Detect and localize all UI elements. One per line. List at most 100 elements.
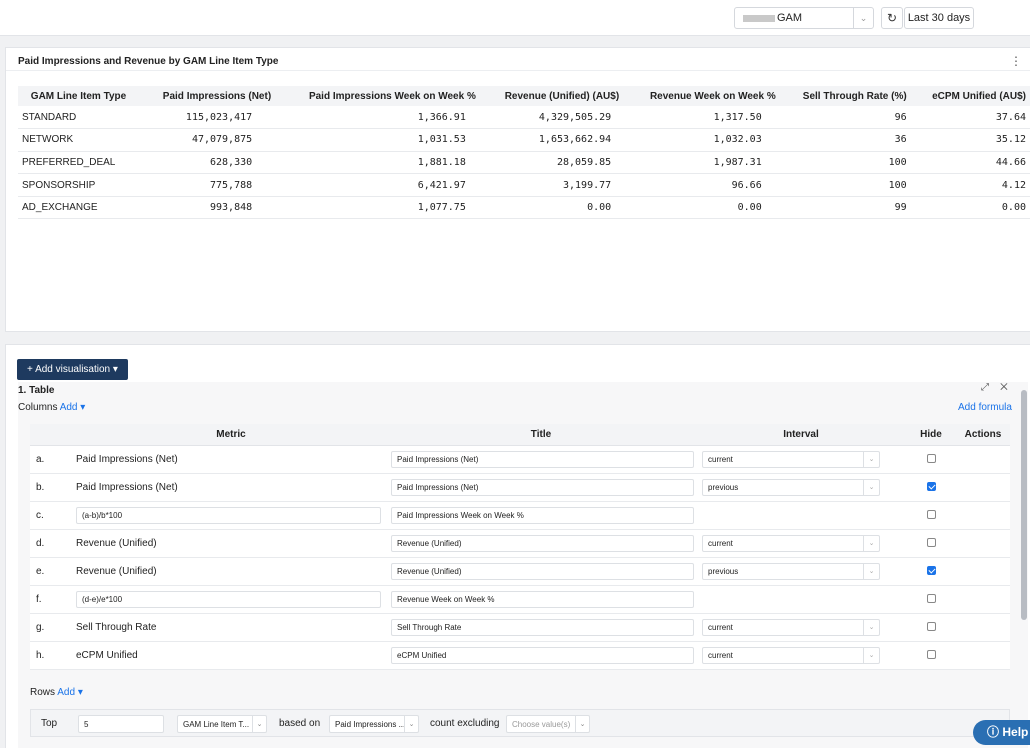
table-cell: 6,421.97 <box>275 173 480 197</box>
table-cell: 0.00 <box>623 196 780 220</box>
title-cell: Paid Impressions (Net) <box>386 445 696 474</box>
help-icon: ⓘ <box>987 725 1000 739</box>
row-letter: g. <box>30 613 76 642</box>
interval-select-value: current <box>708 454 733 464</box>
title-cell: eCPM Unified <box>386 641 696 670</box>
column-config-row: b. Paid Impressions (Net) Paid Impressions… <box>30 473 1010 502</box>
table-cell: 115,023,417 <box>138 106 276 130</box>
columns-config-table: Metric Title Interval Hide Actions a. Pai… <box>30 424 1010 670</box>
hide-cell <box>906 613 956 642</box>
expand-icon[interactable]: ⤢ <box>981 382 989 393</box>
title-input[interactable]: Sell Through Rate <box>391 618 694 636</box>
hide-checkbox[interactable] <box>926 566 936 576</box>
actions-cell <box>956 529 1010 558</box>
table-cell: 1,987.31 <box>623 151 780 175</box>
more-options-icon[interactable]: ⋮ <box>1010 54 1022 68</box>
add-visualisation-button[interactable]: + Add visualisation ▾ <box>17 359 128 380</box>
help-label: Help <box>1002 725 1029 739</box>
title-input[interactable]: Paid Impressions (Net) <box>391 450 694 468</box>
title-input[interactable]: Revenue (Unified) <box>391 534 694 552</box>
interval-select[interactable]: previous ⌄ <box>702 478 880 496</box>
hide-cell <box>906 585 956 614</box>
metric-name: Paid Impressions (Net) <box>76 473 386 502</box>
table-cell: 47,079,875 <box>138 128 276 152</box>
title-input[interactable]: eCPM Unified <box>391 646 694 664</box>
dimension-select[interactable]: GAM Line Item T... ⌄ <box>177 715 267 733</box>
scrollbar[interactable] <box>1021 390 1027 620</box>
formula-cell: (d-e)/e*100 <box>76 585 386 614</box>
rows-config-bar: Top 5 GAM Line Item T... ⌄ based on Paid… <box>30 709 1010 737</box>
interval-select-value: previous <box>708 482 739 492</box>
report-column-header: Revenue (Unified) (AU$) <box>479 86 624 106</box>
top-count-input[interactable]: 5 <box>78 715 164 733</box>
table-cell: 44.66 <box>910 151 1030 175</box>
table-cell: 96 <box>779 106 911 130</box>
formula-input[interactable]: (d-e)/e*100 <box>76 590 381 608</box>
row-letter: f. <box>30 585 76 614</box>
title-cell: Paid Impressions (Net) <box>386 473 696 502</box>
table-row: AD_EXCHANGE 993,848 1,077.75 0.00 0.00 99 0.00 <box>18 196 1030 220</box>
interval-select[interactable]: current ⌄ <box>702 450 880 468</box>
add-formula-link[interactable]: Add formula <box>958 402 1012 413</box>
table-cell: 3,199.77 <box>479 173 624 197</box>
report-column-header: Sell Through Rate (%) <box>779 86 911 106</box>
hide-checkbox[interactable] <box>926 650 936 660</box>
table-cell: 628,330 <box>138 151 276 175</box>
interval-select-value: current <box>708 650 733 660</box>
column-config-row: a. Paid Impressions (Net) Paid Impressions… <box>30 445 1010 474</box>
interval-select[interactable]: current ⌄ <box>702 618 880 636</box>
interval-select-value: current <box>708 538 733 548</box>
table-cell: SPONSORSHIP <box>18 173 139 197</box>
table-cell: 1,881.18 <box>275 151 480 175</box>
date-range-button[interactable]: Last 30 days <box>904 7 974 29</box>
header-title: Title <box>386 424 696 446</box>
hide-checkbox[interactable] <box>926 482 936 492</box>
title-input[interactable]: Paid Impressions Week on Week % <box>391 506 694 524</box>
columns-label: Columns Add ▾ <box>18 402 85 413</box>
hide-checkbox[interactable] <box>926 594 936 604</box>
refresh-button[interactable]: ↻ <box>881 7 903 29</box>
add-column-link[interactable]: Add ▾ <box>60 402 86 413</box>
actions-cell <box>956 473 1010 502</box>
title-input[interactable]: Revenue Week on Week % <box>391 590 694 608</box>
hide-checkbox[interactable] <box>926 538 936 548</box>
hide-checkbox[interactable] <box>926 454 936 464</box>
table-cell: 0.00 <box>910 196 1030 220</box>
hide-checkbox[interactable] <box>926 510 936 520</box>
report-column-header: Paid Impressions (Net) <box>138 86 276 106</box>
table-cell: 96.66 <box>623 173 780 197</box>
interval-cell: previous ⌄ <box>696 473 906 502</box>
table-cell: 35.12 <box>910 128 1030 152</box>
based-on-select[interactable]: Paid Impressions ... ⌄ <box>329 715 419 733</box>
interval-select[interactable]: current ⌄ <box>702 534 880 552</box>
formula-input[interactable]: (a-b)/b*100 <box>76 506 381 524</box>
formula-cell: (a-b)/b*100 <box>76 501 386 530</box>
metric-name: Sell Through Rate <box>76 613 386 642</box>
column-config-row: g. Sell Through Rate Sell Through Rate curr… <box>30 613 1010 642</box>
chevron-down-icon: ⌄ <box>863 479 879 495</box>
interval-select[interactable]: previous ⌄ <box>702 562 880 580</box>
close-icon[interactable]: ✕ <box>1000 382 1008 393</box>
title-input[interactable]: Paid Impressions (Net) <box>391 478 694 496</box>
hide-cell <box>906 473 956 502</box>
table-cell: 37.64 <box>910 106 1030 130</box>
add-row-link[interactable]: Add ▾ <box>57 687 83 698</box>
help-button[interactable]: ⓘ Help <box>973 720 1030 745</box>
hide-cell <box>906 529 956 558</box>
exclude-values-select[interactable]: Choose value(s) ⌄ <box>506 715 590 733</box>
columns-label-text: Columns <box>18 402 58 413</box>
table-cell: 36 <box>779 128 911 152</box>
title-input[interactable]: Revenue (Unified) <box>391 562 694 580</box>
account-select[interactable]: GAM ⌄ <box>734 7 874 29</box>
interval-cell: current ⌄ <box>696 613 906 642</box>
hide-checkbox[interactable] <box>926 622 936 632</box>
table-row: SPONSORSHIP 775,788 6,421.97 3,199.77 96.66 1… <box>18 173 1030 197</box>
table-cell: 1,032.03 <box>623 128 780 152</box>
interval-select[interactable]: current ⌄ <box>702 646 880 664</box>
top-label: Top <box>41 718 58 729</box>
count-excluding-label: count excluding <box>430 718 500 729</box>
rows-label-text: Rows <box>30 687 56 698</box>
report-column-header: GAM Line Item Type <box>18 86 139 106</box>
row-letter: b. <box>30 473 76 502</box>
hide-cell <box>906 641 956 670</box>
